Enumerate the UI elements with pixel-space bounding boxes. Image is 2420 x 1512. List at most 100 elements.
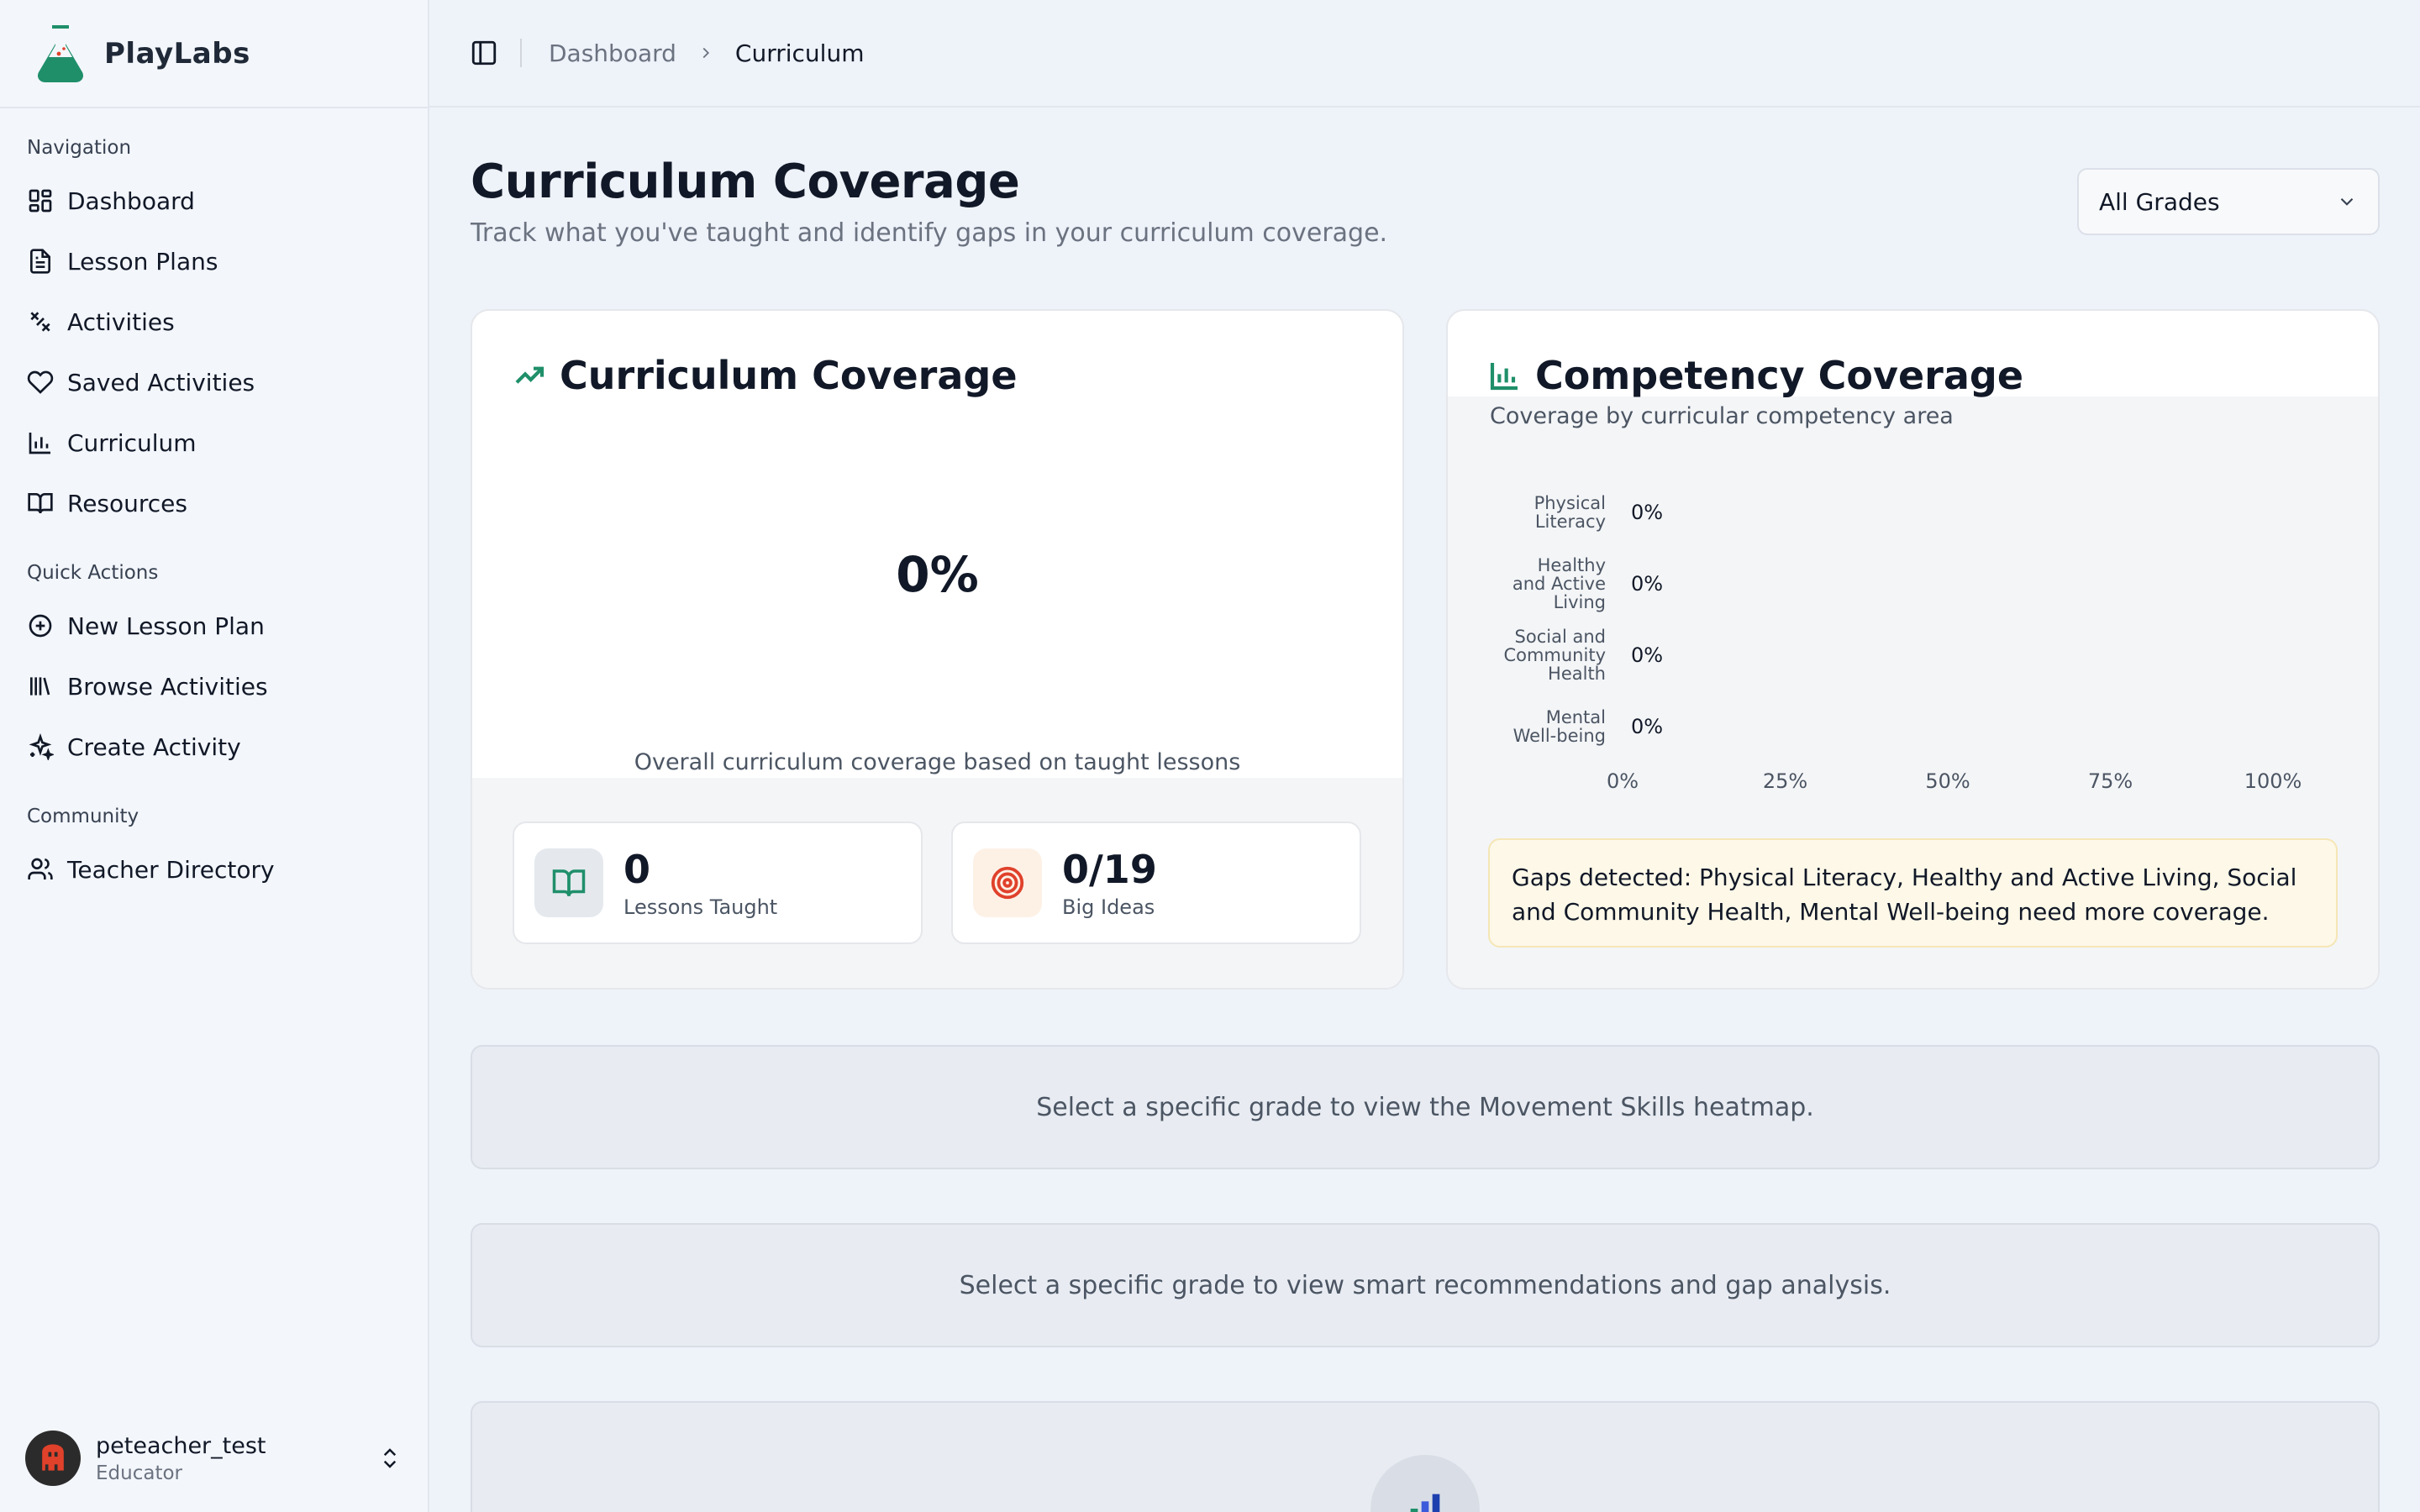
sidebar-item-new-lesson-plan[interactable]: New Lesson Plan xyxy=(27,596,401,656)
recommendations-notice-text: Select a specific grade to view smart re… xyxy=(959,1270,1891,1300)
breadcrumb-current: Curriculum xyxy=(734,39,865,67)
avatar-image-icon xyxy=(42,1444,64,1471)
sidebar-item-browse-activities[interactable]: Browse Activities xyxy=(27,656,401,717)
x-axis-tick-label: 50% xyxy=(1925,769,1970,793)
stat-value: 0 xyxy=(623,847,651,892)
bar-category-label-line: Social and xyxy=(1514,627,1606,647)
competency-coverage-card: Competency Coverage Coverage by curricul… xyxy=(1446,309,2380,990)
stat-label: Big Ideas xyxy=(1062,895,1155,919)
cards-row: Curriculum Coverage 0% Overall curriculu… xyxy=(471,309,2380,990)
bar-category-label-line: Well-being xyxy=(1512,726,1606,746)
stat-label: Lessons Taught xyxy=(623,895,778,919)
user-name: peteacher_test xyxy=(96,1432,266,1459)
target-icon xyxy=(991,866,1024,900)
breadcrumb-dashboard[interactable]: Dashboard xyxy=(549,39,676,67)
stat-icon xyxy=(534,848,603,917)
sidebar-item-label: Curriculum xyxy=(67,428,197,457)
bar-value-label: 0% xyxy=(1631,501,1664,524)
sidebar-item-create-activity[interactable]: Create Activity xyxy=(27,717,401,777)
bar-category-label-line: Healthy xyxy=(1537,555,1606,575)
user-menu[interactable]: peteacher_test Educator xyxy=(25,1425,402,1492)
chevron-up-down-icon[interactable] xyxy=(377,1443,402,1473)
bar-chart-icon xyxy=(29,433,50,454)
brand-name: PlayLabs xyxy=(104,36,250,71)
sidebar-toggle-icon[interactable] xyxy=(470,39,498,67)
page-content: Curriculum Coverage Track what you've ta… xyxy=(429,108,2420,309)
activities-icon xyxy=(30,312,50,332)
user-info: peteacher_test Educator xyxy=(96,1433,377,1484)
sidebar-item-label: Create Activity xyxy=(67,732,241,761)
x-axis-tick-label: 0% xyxy=(1606,769,1639,793)
topbar-divider xyxy=(520,39,522,67)
topbar: Dashboard Curriculum xyxy=(429,0,2420,108)
chevron-down-icon xyxy=(2340,197,2354,206)
recommendations-notice-panel: Select a specific grade to view smart re… xyxy=(471,1223,2380,1347)
gaps-alert: Gaps detected: Physical Literacy, Health… xyxy=(1488,838,2338,948)
sidebar-item-saved-activities[interactable]: Saved Activities xyxy=(27,352,401,412)
plus-circle-icon xyxy=(29,614,52,638)
empty-state-panel xyxy=(471,1401,2380,1512)
x-axis-tick-label: 75% xyxy=(2087,769,2133,793)
sidebar-item-label: New Lesson Plan xyxy=(67,612,265,640)
sidebar-item-dashboard[interactable]: Dashboard xyxy=(27,171,401,231)
bar-category-label-line: Literacy xyxy=(1534,512,1606,532)
sidebar-item-teacher-directory[interactable]: Teacher Directory xyxy=(27,839,401,900)
sidebar-item-label: Dashboard xyxy=(67,186,195,215)
heart-icon xyxy=(27,370,54,394)
heatmap-notice-text: Select a specific grade to view the Move… xyxy=(1036,1092,1814,1122)
nav-section-quick-actions: Quick Actions New Lesson Plan Browse Act… xyxy=(0,562,428,777)
bar-category-label-line: Mental xyxy=(1545,707,1606,727)
document-icon xyxy=(30,249,50,274)
page-header: Curriculum Coverage Track what you've ta… xyxy=(471,108,2380,309)
grade-select[interactable]: All Grades xyxy=(2077,168,2380,235)
x-axis-tick-label: 100% xyxy=(2244,769,2302,793)
bar-category-label: Social and Community Health xyxy=(1488,627,1606,683)
page-title: Curriculum Coverage xyxy=(471,155,1020,209)
breadcrumb: Dashboard Curriculum xyxy=(549,39,864,67)
nav-heading: Community xyxy=(27,806,139,827)
sidebar-item-label: Teacher Directory xyxy=(67,855,275,884)
grade-select-value: All Grades xyxy=(2099,187,2220,216)
bar-value-label: 0% xyxy=(1631,715,1664,738)
bar-value-label: 0% xyxy=(1631,643,1664,667)
bar-category-label: Physical Literacy xyxy=(1488,494,1606,531)
bar-category-label: Mental Well-being xyxy=(1488,708,1606,745)
avatar xyxy=(25,1431,81,1486)
book-icon xyxy=(28,493,53,514)
chevron-right-icon xyxy=(702,47,709,59)
bar-category-label-line: Physical xyxy=(1534,493,1606,513)
card-title: Curriculum Coverage xyxy=(560,353,1018,398)
coverage-percent: 0% xyxy=(896,546,979,603)
coverage-caption: Overall curriculum coverage based on tau… xyxy=(634,749,1241,775)
chart-icon xyxy=(1410,1494,1440,1512)
sparkles-icon xyxy=(29,733,54,760)
main-content: Dashboard Curriculum Curriculum Coverage… xyxy=(429,0,2420,1512)
sidebar-item-label: Browse Activities xyxy=(67,672,268,701)
stat-lessons-taught: 0 Lessons Taught xyxy=(513,822,923,944)
sidebar-item-resources[interactable]: Resources xyxy=(27,473,401,533)
sidebar-item-lesson-plans[interactable]: Lesson Plans xyxy=(27,231,401,291)
sidebar-item-label: Activities xyxy=(67,307,175,336)
curriculum-coverage-card: Curriculum Coverage 0% Overall curriculu… xyxy=(471,309,1404,990)
bar-category-label-line: Health xyxy=(1548,664,1606,684)
users-icon xyxy=(28,858,53,879)
sidebar-item-label: Saved Activities xyxy=(67,368,255,396)
nav-heading: Navigation xyxy=(27,137,132,159)
bar-value-label: 0% xyxy=(1631,572,1664,596)
bar-category-label-line: Living xyxy=(1553,592,1606,612)
library-icon xyxy=(30,677,50,696)
sidebar-item-curriculum[interactable]: Curriculum xyxy=(27,412,401,473)
nav-section-community: Community Teacher Directory xyxy=(0,806,428,900)
nav-heading: Quick Actions xyxy=(27,562,159,584)
sidebar-item-activities[interactable]: Activities xyxy=(27,291,401,352)
stat-value: 0/19 xyxy=(1062,847,1157,892)
heatmap-notice-panel: Select a specific grade to view the Move… xyxy=(471,1045,2380,1169)
bar-category-label: Healthy and Active Living xyxy=(1488,556,1606,612)
nav-section-navigation: Navigation Dashboard Lesson Plans Activi… xyxy=(0,137,428,533)
bar-category-label-line: and Active xyxy=(1512,574,1606,594)
stat-big-ideas: 0/19 Big Ideas xyxy=(951,822,1361,944)
stat-icon xyxy=(973,848,1042,917)
brand[interactable]: PlayLabs xyxy=(0,0,428,108)
open-book-icon xyxy=(552,869,586,897)
stat-text: 0/19 Big Ideas xyxy=(1062,847,1157,919)
